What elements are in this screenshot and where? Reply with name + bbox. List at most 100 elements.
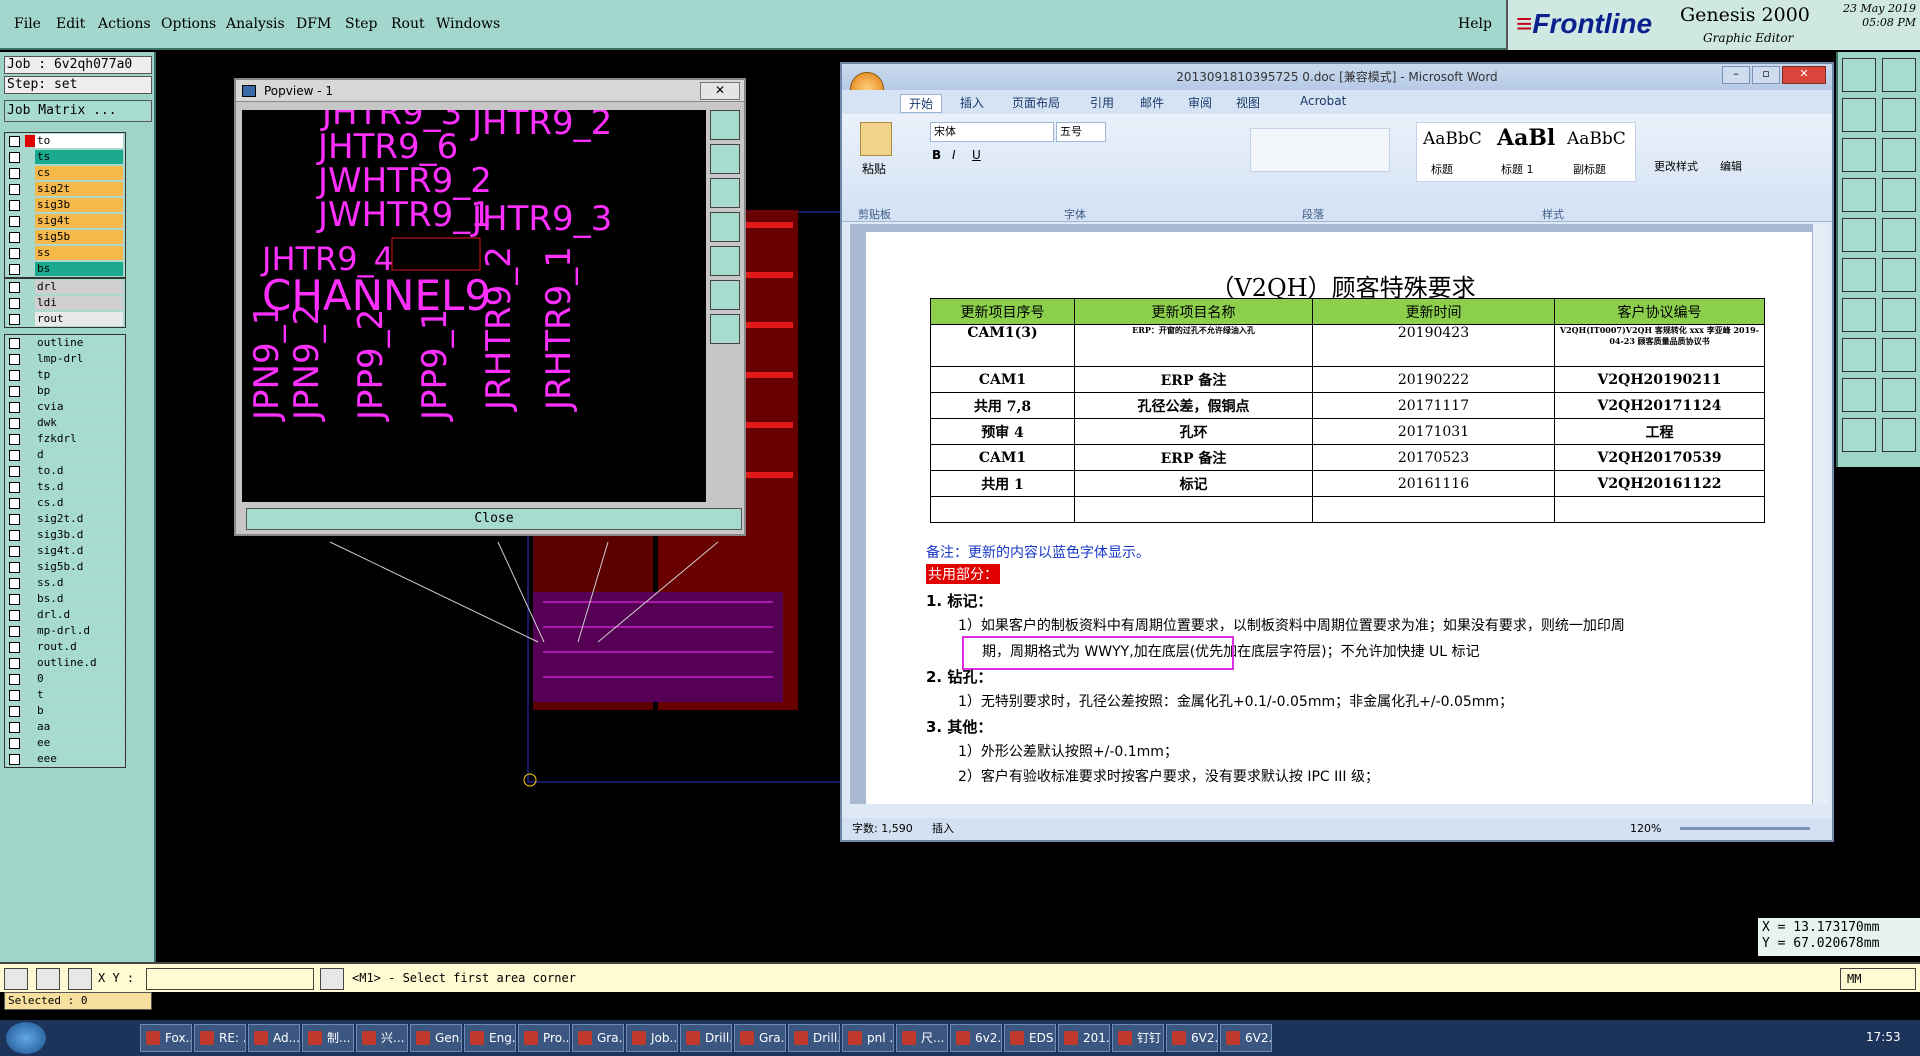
taskbar-button[interactable]: Pro... (518, 1024, 570, 1052)
layer-name[interactable]: ss (35, 246, 123, 260)
underline-icon[interactable]: U (972, 148, 981, 162)
taskbar-button[interactable]: EDS... (1004, 1024, 1056, 1052)
pan-right-icon[interactable] (710, 246, 740, 276)
taskbar-button[interactable]: Job... (626, 1024, 678, 1052)
taskbar-button[interactable]: 制... (302, 1024, 354, 1052)
tab-review[interactable]: 审阅 (1188, 94, 1212, 111)
layer-row[interactable]: lmp-drl (5, 351, 125, 367)
layer-row[interactable]: ee (5, 735, 125, 751)
layer-name[interactable]: d (35, 448, 123, 462)
layer-checkbox[interactable] (9, 449, 20, 461)
taskbar-button[interactable]: Eng... (464, 1024, 516, 1052)
layer-row[interactable]: sig5b.d (5, 559, 125, 575)
layer-row[interactable]: ss (5, 245, 125, 261)
taskbar-button[interactable]: Gra... (734, 1024, 786, 1052)
close-icon[interactable]: ✕ (1782, 66, 1826, 84)
layer-row[interactable]: sig4t (5, 213, 125, 229)
layer-row[interactable]: mp-drl.d (5, 623, 125, 639)
layer-name[interactable]: sig2t.d (35, 512, 123, 526)
layer-checkbox[interactable] (9, 593, 20, 605)
layer-row[interactable]: ldi (5, 295, 125, 311)
help-icon[interactable] (1882, 138, 1916, 172)
close-icon[interactable]: ✕ (700, 82, 740, 100)
layer-name[interactable]: sig3b (35, 198, 123, 212)
move-icon[interactable] (1882, 258, 1916, 292)
layer-checkbox[interactable] (9, 433, 20, 445)
layer-checkbox[interactable] (9, 337, 20, 349)
layer-checkbox[interactable] (9, 689, 20, 701)
tab-home[interactable]: 开始 (900, 94, 943, 113)
layer-row[interactable]: bp (5, 383, 125, 399)
print-icon[interactable] (710, 144, 740, 174)
layer-checkbox[interactable] (9, 513, 20, 525)
layer-row[interactable]: eee (5, 751, 125, 767)
layer-checkbox[interactable] (9, 135, 20, 147)
start-button[interactable] (6, 1022, 46, 1054)
layer-row[interactable]: cs (5, 165, 125, 181)
tab-mailings[interactable]: 邮件 (1140, 94, 1164, 111)
layer-checkbox[interactable] (9, 721, 20, 733)
layer-name[interactable]: cvia (35, 400, 123, 414)
layer-row[interactable]: drl (5, 279, 125, 295)
edit-button[interactable]: 编辑 (1720, 158, 1742, 174)
layer-name[interactable]: drl.d (35, 608, 123, 622)
layer-name[interactable]: outline.d (35, 656, 123, 670)
change-styles-button[interactable]: 更改样式 (1654, 158, 1698, 174)
layer-row[interactable]: 0 (5, 671, 125, 687)
layer-checkbox[interactable] (9, 353, 20, 365)
layer-name[interactable]: sig4t.d (35, 544, 123, 558)
layer-name[interactable]: eee (35, 752, 123, 766)
layer-row[interactable]: d (5, 447, 125, 463)
layer-name[interactable]: 0 (35, 672, 123, 686)
measure-icon[interactable] (36, 968, 60, 990)
taskbar-button[interactable]: Ad... (248, 1024, 300, 1052)
delete-icon[interactable] (1882, 378, 1916, 412)
pad-icon[interactable] (1882, 218, 1916, 252)
style-heading1-sample[interactable]: AaBl (1497, 125, 1555, 151)
layer-row[interactable]: to (5, 133, 125, 149)
info-icon[interactable] (320, 968, 344, 990)
layer-checkbox[interactable] (9, 705, 20, 717)
paste-icon[interactable] (860, 122, 892, 156)
layer-name[interactable]: dwk (35, 416, 123, 430)
menu-help[interactable]: Help (1458, 16, 1492, 32)
layer-name[interactable]: sig2t (35, 182, 123, 196)
layer-name[interactable]: rout (35, 312, 123, 326)
copy-icon[interactable] (1842, 338, 1876, 372)
taskbar-button[interactable]: 6v2... (950, 1024, 1002, 1052)
taskbar-button[interactable]: Drill... (788, 1024, 840, 1052)
zoom-in-icon[interactable] (710, 280, 740, 310)
layer-name[interactable]: cs.d (35, 496, 123, 510)
document-page[interactable]: （V2QH）顾客特殊要求 更新项目序号 更新项目名称 更新时间 客户协议编号 C… (866, 232, 1820, 804)
layer-name[interactable]: t (35, 688, 123, 702)
job-matrix-button[interactable]: Job Matrix ... (4, 100, 152, 122)
layer-name[interactable]: ss.d (35, 576, 123, 590)
menu-options[interactable]: Options (161, 16, 216, 32)
layer-checkbox[interactable] (9, 465, 20, 477)
screen-icon[interactable] (710, 178, 740, 208)
zoom-out-icon[interactable] (710, 314, 740, 344)
layer-checkbox[interactable] (9, 657, 20, 669)
menu-actions[interactable]: Actions (98, 16, 151, 32)
layer-name[interactable]: mp-drl.d (35, 624, 123, 638)
layer-row[interactable]: sig4t.d (5, 543, 125, 559)
redo-icon[interactable] (1882, 98, 1916, 132)
layer-name[interactable]: to (35, 134, 123, 148)
layer-checkbox[interactable] (9, 369, 20, 381)
layer-checkbox[interactable] (9, 561, 20, 573)
bold-icon[interactable]: B (932, 148, 941, 162)
shape-icon[interactable] (1842, 378, 1876, 412)
paragraph-tools[interactable] (1250, 128, 1390, 172)
layer-checkbox[interactable] (9, 263, 20, 275)
taskbar-button[interactable]: RE: ... (194, 1024, 246, 1052)
layer-row[interactable]: cvia (5, 399, 125, 415)
layer-checkbox[interactable] (9, 417, 20, 429)
layer-checkbox[interactable] (9, 151, 20, 163)
layer-checkbox[interactable] (9, 673, 20, 685)
layer-name[interactable]: ee (35, 736, 123, 750)
tab-view[interactable]: 视图 (1236, 94, 1260, 111)
layer-row[interactable]: bs.d (5, 591, 125, 607)
layer-checkbox[interactable] (9, 281, 20, 293)
layer-row[interactable]: sig2t (5, 181, 125, 197)
layer-name[interactable]: outline (35, 336, 123, 350)
